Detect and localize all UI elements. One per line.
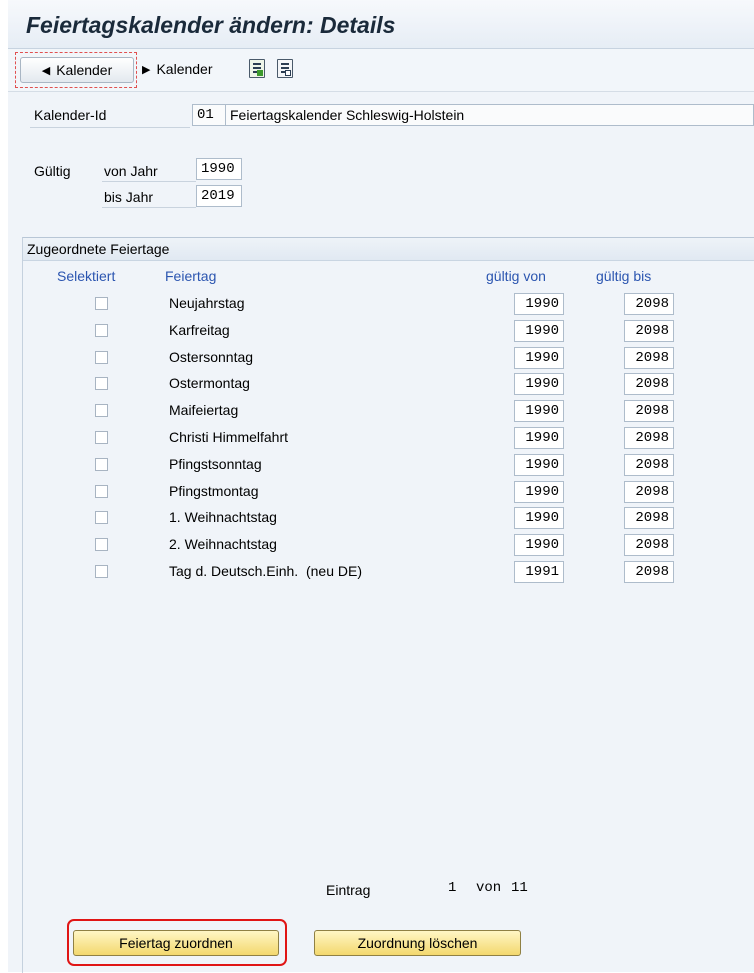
row-select-checkbox[interactable] [95,565,108,578]
valid-from-field[interactable]: 1990 [514,293,564,315]
valid-from-field[interactable]: 1991 [514,561,564,583]
entry-label: Eintrag [326,882,371,898]
holiday-name: Christi Himmelfahrt [169,429,289,445]
table-row: Ostermontag 1990 2098 [23,373,754,397]
table-row: Tag d. Deutsch.Einh. (neu DE) 1991 2098 [23,561,754,585]
valid-from-field[interactable]: 1990 [514,453,564,476]
select-all-icon[interactable] [249,59,265,78]
row-select-checkbox[interactable] [95,511,108,525]
to-year-field[interactable]: 2019 [196,185,242,207]
to-year-underline [102,207,196,208]
row-select-checkbox[interactable] [95,457,108,471]
triangle-right-icon: ▶ [142,63,151,76]
row-select-checkbox[interactable] [95,404,108,418]
valid-from-field[interactable]: 1990 [514,427,564,449]
valid-to-field[interactable]: 2098 [624,373,674,396]
holiday-name: Pfingstsonntag [169,455,262,472]
valid-to-field[interactable]: 2098 [624,427,674,449]
deselect-all-icon[interactable] [277,59,293,78]
holiday-name: 2. Weihnachtstag [169,536,277,553]
valid-from-field[interactable]: 1990 [514,373,564,396]
entry-current: 1 [448,880,457,896]
assign-holiday-button[interactable]: Feiertag zuordnen [73,930,279,956]
next-calendar-label: Kalender [156,61,213,77]
holiday-name: Maifeiertag [169,402,239,419]
holiday-name: Karfreitag [169,321,230,338]
row-select-checkbox[interactable] [95,350,108,364]
calendar-id-field[interactable]: 01 [192,104,226,126]
valid-from-field[interactable]: 1990 [514,534,564,557]
previous-calendar-button[interactable]: ◀ Kalender [20,57,134,83]
row-select-checkbox[interactable] [95,484,108,498]
holiday-name: 1. Weihnachtstag [169,509,277,526]
table-row: Pfingstsonntag 1990 2098 [23,453,754,478]
valid-to-field[interactable]: 2098 [624,507,674,530]
valid-from-field[interactable]: 1990 [514,400,564,423]
valid-to-field[interactable]: 2098 [624,293,674,315]
from-year-label: von Jahr [104,163,158,179]
valid-from-field[interactable]: 1990 [514,346,564,369]
table-row: Ostersonntag 1990 2098 [23,346,754,371]
content-area: Kalender-Id 01 Feiertagskalender Schlesw… [8,92,754,973]
validity-label: Gültig [34,163,71,179]
calendar-name-field[interactable]: Feiertagskalender Schleswig-Holstein [225,104,754,126]
application-toolbar: ◀ Kalender ▶ Kalender [8,49,754,92]
table-row: Pfingstmontag 1990 2098 [23,480,754,505]
valid-to-field[interactable]: 2098 [624,346,674,369]
previous-calendar-label: Kalender [56,62,113,78]
table-row: Christi Himmelfahrt 1990 2098 [23,427,754,451]
page-title: Feiertagskalender ändern: Details [26,12,396,38]
assigned-holidays-title: Zugeordnete Feiertage [27,241,170,257]
valid-from-field[interactable]: 1990 [514,507,564,530]
valid-to-field[interactable]: 2098 [624,561,674,583]
valid-to-field[interactable]: 2098 [624,319,674,342]
from-year-underline [102,181,196,182]
valid-to-field[interactable]: 2098 [624,453,674,476]
row-select-checkbox[interactable] [95,377,108,391]
row-select-checkbox[interactable] [95,538,108,552]
row-select-checkbox[interactable] [95,323,108,337]
column-header-valid-to: gültig bis [596,268,652,284]
valid-from-field[interactable]: 1990 [514,480,564,503]
column-header-selected: Selektiert [57,268,116,284]
next-calendar-button[interactable]: ▶ Kalender [142,57,213,81]
holiday-name: Ostersonntag [169,348,254,365]
holiday-name: Neujahrstag [169,295,245,311]
valid-to-field[interactable]: 2098 [624,400,674,423]
holiday-name: Ostermontag [169,375,250,392]
to-year-label: bis Jahr [104,189,154,205]
valid-to-field[interactable]: 2098 [624,534,674,557]
column-header-holiday: Feiertag [165,268,217,284]
assigned-holidays-group: Zugeordnete Feiertage Selektiert Feierta… [22,237,754,973]
from-year-field[interactable]: 1990 [196,158,242,180]
row-select-checkbox[interactable] [95,431,108,444]
table-row: Maifeiertag 1990 2098 [23,400,754,424]
holiday-name: Tag d. Deutsch.Einh. (neu DE) [169,563,362,579]
table-row: Neujahrstag 1990 2098 [23,293,754,317]
entry-total: 11 [511,880,528,896]
calendar-id-label: Kalender-Id [34,107,107,123]
valid-to-field[interactable]: 2098 [624,480,674,503]
title-bar: Feiertagskalender ändern: Details [8,0,754,49]
table-row: 1. Weihnachtstag 1990 2098 [23,507,754,531]
calendar-id-underline [30,127,190,128]
table-row: 2. Weihnachtstag 1990 2098 [23,534,754,558]
table-row: Karfreitag 1990 2098 [23,319,754,344]
row-select-checkbox[interactable] [95,297,108,310]
triangle-left-icon: ◀ [41,64,51,77]
delete-assignment-button[interactable]: Zuordnung löschen [314,930,521,956]
entry-of-label: von [476,880,502,896]
column-header-valid-from: gültig von [486,268,546,284]
valid-from-field[interactable]: 1990 [514,319,564,342]
assigned-holidays-header: Zugeordnete Feiertage [23,238,754,261]
holiday-name: Pfingstmontag [169,482,259,499]
